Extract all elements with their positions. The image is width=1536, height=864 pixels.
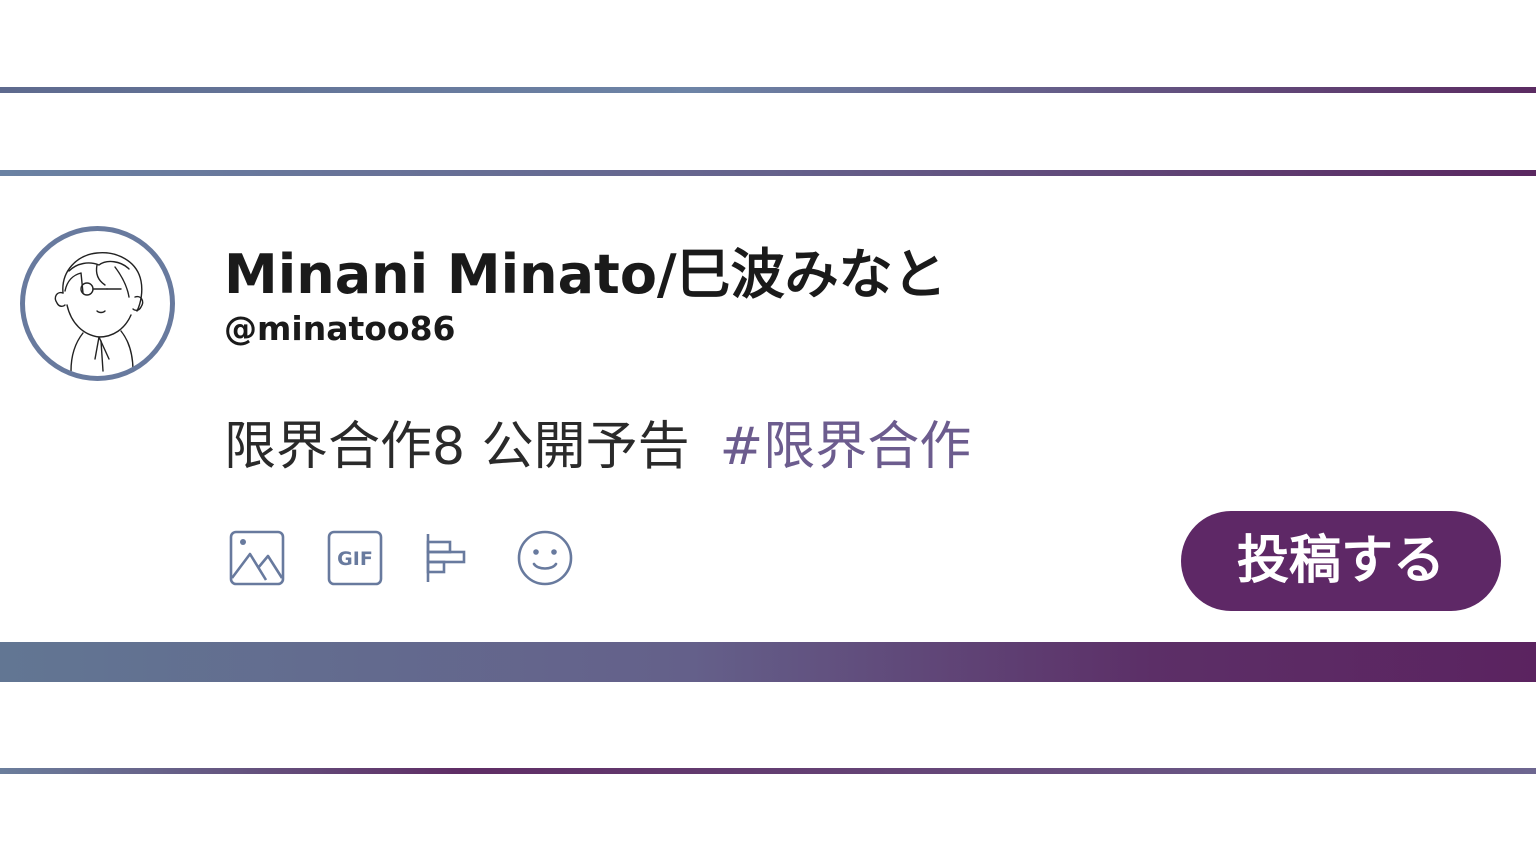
add-gif-button[interactable]: GIF — [326, 528, 384, 586]
gradient-divider-top — [0, 87, 1536, 93]
post-text[interactable]: 限界合作8 公開予告 #限界合作 — [224, 412, 971, 482]
gif-icon-label: GIF — [337, 548, 373, 570]
gif-icon: GIF — [327, 530, 383, 586]
user-handle: @minatoo86 — [224, 309, 456, 348]
gradient-divider-footer — [0, 768, 1536, 774]
gradient-bar-bottom — [0, 642, 1536, 682]
gradient-divider-upper — [0, 170, 1536, 176]
post-button[interactable]: 投稿する — [1181, 511, 1501, 611]
emoji-icon — [517, 530, 573, 586]
poll-icon — [426, 534, 466, 582]
avatar[interactable] — [20, 226, 175, 381]
post-composer-card: Minani Minato/巳波みなと @minatoo86 限界合作8 公開予… — [0, 0, 1536, 864]
avatar-sketch-icon — [54, 252, 144, 372]
image-icon — [229, 530, 285, 586]
add-poll-button[interactable] — [420, 528, 478, 586]
display-name: Minani Minato/巳波みなと — [224, 243, 947, 306]
add-emoji-button[interactable] — [516, 528, 574, 586]
add-image-button[interactable] — [228, 528, 286, 586]
hashtag-link[interactable]: #限界合作 — [720, 417, 972, 477]
post-body-text: 限界合作8 公開予告 — [224, 417, 690, 477]
